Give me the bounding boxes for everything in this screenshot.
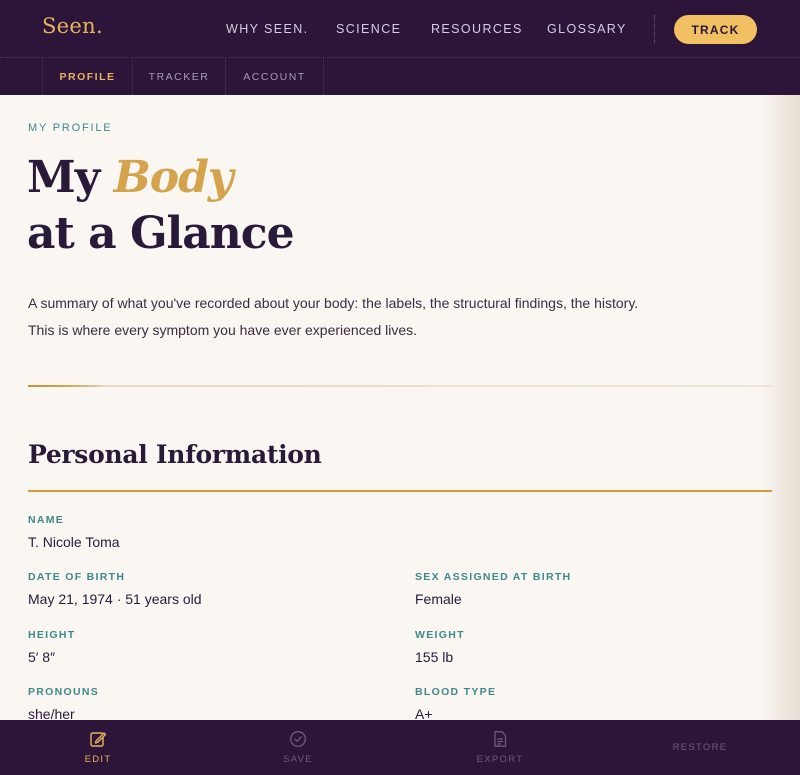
field-label: BLOOD TYPE [415, 686, 497, 698]
field-name: NAME T. Nicole Toma [28, 514, 120, 550]
save-label: SAVE [283, 754, 313, 765]
restore-button[interactable]: RESTORE [666, 720, 734, 775]
export-button[interactable]: EXPORT [466, 720, 534, 775]
nav-link-why-seen[interactable]: WHY SEEN. [226, 22, 309, 36]
check-circle-icon [290, 731, 306, 747]
save-button[interactable]: SAVE [266, 720, 330, 775]
page-lead: A summary of what you've recorded about … [28, 295, 639, 338]
edit-label: EDIT [84, 754, 112, 765]
field-label: SEX ASSIGNED AT BIRTH [415, 571, 572, 583]
tab-profile[interactable]: PROFILE [42, 58, 132, 95]
scroll-shade [760, 95, 800, 720]
page-title-plain: My [27, 152, 114, 203]
edit-button[interactable]: EDIT [66, 720, 130, 775]
field-date-of-birth: DATE OF BIRTH May 21, 1974 · 51 years ol… [28, 571, 202, 607]
page-title-accent: Body [113, 152, 234, 203]
field-blood-type: BLOOD TYPE A+ [415, 686, 496, 722]
field-label: NAME [28, 514, 65, 526]
nav-link-glossary[interactable]: GLOSSARY [547, 22, 627, 36]
document-icon [494, 731, 507, 747]
field-label: PRONOUNS [28, 686, 100, 698]
page-title-line2: at a Glance [27, 208, 295, 259]
page-eyebrow: MY PROFILE [28, 122, 113, 134]
field-value: Female [415, 591, 462, 607]
field-pronouns: PRONOUNS she/her [28, 686, 99, 722]
page-title: My Body at a Glance [27, 150, 295, 262]
field-weight: WEIGHT 155 lb [415, 629, 465, 665]
field-label: DATE OF BIRTH [28, 571, 126, 583]
restore-label: RESTORE [672, 742, 728, 753]
field-value: T. Nicole Toma [28, 534, 120, 550]
section-title-personal-info: Personal Information [28, 440, 322, 469]
nav-link-resources[interactable]: RESOURCES [431, 22, 523, 36]
field-height: HEIGHT 5′ 8″ [28, 629, 75, 665]
track-button[interactable]: TRACK [674, 15, 757, 44]
field-value: 5′ 8″ [28, 649, 56, 665]
field-value: 155 lb [415, 649, 454, 665]
tab-tracker[interactable]: TRACKER [132, 58, 225, 95]
sub-navigation: PROFILE TRACKER ACCOUNT [0, 58, 800, 95]
nav-divider [654, 15, 655, 43]
nav-link-science[interactable]: SCIENCE [336, 22, 401, 36]
field-label: HEIGHT [28, 629, 76, 641]
export-label: EXPORT [476, 754, 524, 765]
top-navigation: Seen. WHY SEEN. SCIENCE RESOURCES GLOSSA… [0, 0, 800, 58]
field-label: WEIGHT [415, 629, 465, 641]
bottom-toolbar: EDIT SAVE EXPORT RESTORE [0, 720, 800, 775]
section-divider [28, 385, 772, 387]
tab-account[interactable]: ACCOUNT [225, 58, 324, 95]
edit-icon [90, 732, 107, 747]
section-rule [28, 490, 772, 492]
field-value: May 21, 1974 · 51 years old [28, 591, 202, 607]
field-sex-assigned-at-birth: SEX ASSIGNED AT BIRTH Female [415, 571, 571, 607]
